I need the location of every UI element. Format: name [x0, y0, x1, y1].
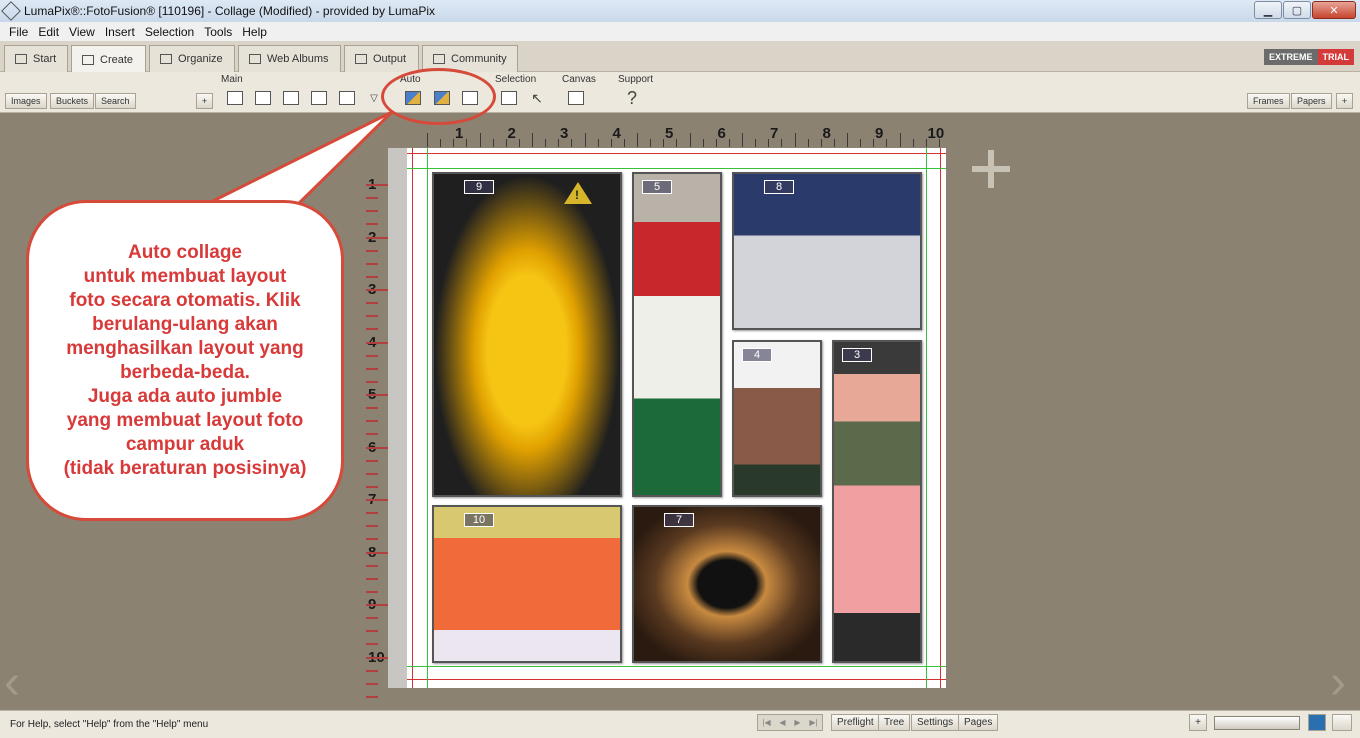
prev-icon[interactable]: ◀ [779, 718, 785, 727]
zoom-slider[interactable] [1214, 716, 1300, 730]
last-page-icon[interactable]: ▶| [809, 718, 817, 727]
auto-group-highlight [381, 68, 496, 125]
page-navigation[interactable]: |◀ ◀ ▶ ▶| [757, 714, 823, 731]
info-icon[interactable] [1308, 714, 1326, 731]
status-help-text: For Help, select "Help" from the "Help" … [10, 719, 209, 730]
graph-icon[interactable] [1332, 714, 1352, 731]
callout-bubble: Auto collage untuk membuat layout foto s… [26, 200, 344, 521]
callout-text: Auto collage untuk membuat layout foto s… [63, 241, 307, 479]
settings-button[interactable]: Settings [911, 714, 960, 731]
preflight-button[interactable]: Preflight [831, 714, 880, 731]
first-page-icon[interactable]: |◀ [762, 718, 770, 727]
status-bar: For Help, select "Help" from the "Help" … [0, 710, 1360, 738]
tree-button[interactable]: Tree [878, 714, 911, 731]
next-icon[interactable]: ▶ [794, 718, 800, 727]
add-status-button[interactable]: + [1189, 714, 1207, 731]
pages-button[interactable]: Pages [958, 714, 999, 731]
